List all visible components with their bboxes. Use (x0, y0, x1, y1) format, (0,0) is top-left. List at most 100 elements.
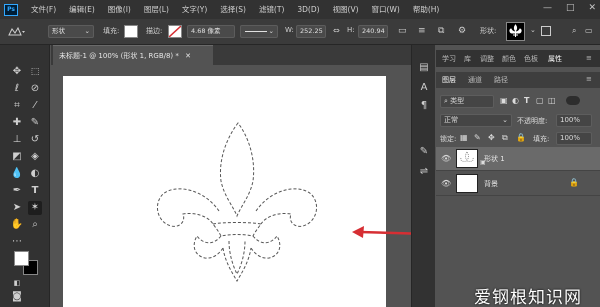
quick-mask-icon[interactable]: ◙ (10, 290, 24, 304)
filter-shape-icon[interactable]: ▢ (536, 96, 544, 105)
filter-pixel-icon[interactable]: ▣ (500, 96, 508, 105)
layer-filter-value: 类型 (450, 97, 465, 105)
tab-channels[interactable]: 通道 (468, 75, 482, 85)
close-button[interactable]: ✕ (588, 3, 596, 13)
layer-row[interactable]: 👁 ▣ 形状 1 (436, 147, 600, 171)
filter-toggle[interactable] (566, 96, 580, 105)
tab-paths[interactable]: 路径 (494, 75, 508, 85)
menu-edit[interactable]: 编辑(E) (69, 4, 95, 15)
filter-adjustment-icon[interactable]: ◐ (512, 96, 519, 105)
brush-settings-icon[interactable]: ✎ (417, 145, 431, 159)
width-field[interactable]: 252.25 (296, 25, 326, 38)
eraser-tool-icon[interactable]: ◩ (10, 150, 24, 164)
canvas[interactable] (63, 76, 386, 307)
fleur-de-lis-path-outline[interactable] (63, 76, 386, 307)
tab-libraries[interactable]: 库 (464, 54, 471, 64)
close-document-icon[interactable]: ✕ (185, 52, 191, 60)
layer-filter-select[interactable]: ⌕ 类型 (440, 95, 494, 108)
stroke-swatch[interactable] (168, 25, 182, 38)
tab-swatches[interactable]: 色板 (524, 54, 538, 64)
healing-brush-tool-icon[interactable]: ✚ (10, 116, 24, 130)
character-panel-icon[interactable]: A (417, 81, 431, 95)
lock-all-icon[interactable]: 🔒 (516, 133, 526, 142)
adjustments-icon[interactable]: ⇌ (417, 165, 431, 179)
marquee-tool-icon[interactable]: ⬚ (28, 65, 42, 79)
layer-name: 背景 (484, 180, 498, 188)
tab-layers[interactable]: 图层 (442, 75, 456, 85)
stroke-size-field[interactable]: 4.68 像素 (187, 25, 235, 38)
tab-properties[interactable]: 属性 (548, 54, 562, 64)
dodge-tool-icon[interactable]: ◐ (28, 167, 42, 181)
eyedropper-tool-icon[interactable]: ⁄ (28, 99, 42, 113)
quick-selection-tool-icon[interactable]: ⊘ (28, 82, 42, 96)
height-field[interactable]: 240.94 (358, 25, 388, 38)
move-tool-icon[interactable]: ✥ (10, 65, 24, 79)
filter-type-icon[interactable]: T (524, 96, 529, 105)
default-colors-icon[interactable]: ◧ (10, 276, 24, 290)
path-selection-tool-icon[interactable]: ➤ (10, 201, 24, 215)
menu-select[interactable]: 选择(S) (220, 4, 246, 15)
menu-3d[interactable]: 3D(D) (297, 5, 319, 14)
tab-learn[interactable]: 学习 (442, 54, 456, 64)
menu-view[interactable]: 视图(V) (333, 4, 359, 15)
tool-mode-select[interactable]: 形状 ⌄ (48, 25, 94, 38)
search-icon[interactable]: ⌕ (572, 26, 576, 36)
visibility-eye-icon[interactable]: 👁 (441, 179, 451, 188)
foreground-color-swatch[interactable] (14, 251, 29, 266)
shape-picker[interactable] (506, 22, 525, 41)
filter-smart-object-icon[interactable]: ◫ (548, 96, 556, 105)
stroke-type-select[interactable]: ⌄ (240, 25, 278, 38)
path-arrangement-icon[interactable]: ⧉ (438, 26, 444, 36)
menu-layer[interactable]: 图层(L) (144, 4, 169, 15)
crop-tool-icon[interactable]: ⌗ (10, 99, 24, 113)
path-alignment-icon[interactable]: ≡ (418, 26, 426, 36)
panel-menu-icon[interactable]: ≡ (586, 54, 592, 62)
menu-help[interactable]: 帮助(H) (413, 4, 440, 15)
lock-position-icon[interactable]: ✥ (488, 133, 495, 142)
clone-stamp-tool-icon[interactable]: ⊥ (10, 133, 24, 147)
history-panel-icon[interactable]: ▤ (417, 61, 431, 75)
fill-swatch[interactable] (124, 25, 138, 38)
pen-tool-icon[interactable]: ✒ (10, 184, 24, 198)
settings-gear-icon[interactable]: ⚙ (458, 26, 466, 36)
zoom-tool-icon[interactable]: ⌕ (28, 218, 42, 232)
lock-artboard-icon[interactable]: ⧉ (502, 133, 508, 143)
chevron-down-icon: ⌄ (268, 27, 274, 35)
menu-image[interactable]: 图像(I) (108, 4, 131, 15)
menu-window[interactable]: 窗口(W) (372, 4, 400, 15)
menu-filter[interactable]: 滤镜(T) (259, 4, 284, 15)
workspace-icon[interactable]: ▭ (585, 26, 593, 35)
blur-tool-icon[interactable]: 💧 (10, 167, 24, 181)
link-dimensions-icon[interactable]: ⇔ (333, 26, 340, 35)
history-brush-tool-icon[interactable]: ↺ (28, 133, 42, 147)
more-tools-icon[interactable]: ⋯ (10, 235, 24, 249)
paragraph-panel-icon[interactable]: ¶ (417, 99, 431, 113)
maximize-button[interactable]: □ (566, 3, 575, 13)
options-bar: 形状 ⌄ 填充: 描边: 4.68 像素 ⌄ W: 252.25 ⇔ H: 24… (0, 19, 600, 45)
paint-bucket-tool-icon[interactable]: ◈ (28, 150, 42, 164)
lock-transparent-icon[interactable]: ▦ (460, 133, 468, 142)
fill-label: 填充: (533, 135, 550, 143)
type-tool-icon[interactable]: T (28, 184, 42, 198)
document-tab[interactable]: 未标题-1 @ 100% (形状 1, RGB/8) * ✕ (53, 45, 213, 65)
custom-shape-tool-icon[interactable]: ✶ (28, 201, 42, 215)
menu-type[interactable]: 文字(Y) (182, 4, 207, 15)
hand-tool-icon[interactable]: ✋ (10, 218, 24, 232)
opacity-field[interactable]: 100% (556, 114, 592, 127)
menu-file[interactable]: 文件(F) (31, 4, 56, 15)
custom-shape-tool-icon[interactable] (6, 25, 26, 39)
path-operations-icon[interactable]: ▭ (398, 26, 407, 36)
blend-mode-select[interactable]: 正常 ⌄ (440, 114, 512, 127)
lasso-tool-icon[interactable]: ℓ (10, 82, 24, 96)
panel-menu-icon[interactable]: ≡ (586, 75, 592, 83)
tab-adjustments[interactable]: 调整 (480, 54, 494, 64)
minimize-button[interactable]: — (543, 3, 552, 13)
fill-opacity-field[interactable]: 100% (556, 132, 592, 145)
chevron-down-icon[interactable]: ⌄ (530, 26, 536, 34)
brush-tool-icon[interactable]: ✎ (28, 116, 42, 130)
visibility-eye-icon[interactable]: 👁 (441, 154, 451, 163)
align-edges-checkbox[interactable] (541, 26, 551, 36)
layer-row[interactable]: 👁 背景 🔒 (436, 172, 600, 196)
tab-color[interactable]: 颜色 (502, 54, 516, 64)
lock-image-icon[interactable]: ✎ (474, 133, 481, 142)
